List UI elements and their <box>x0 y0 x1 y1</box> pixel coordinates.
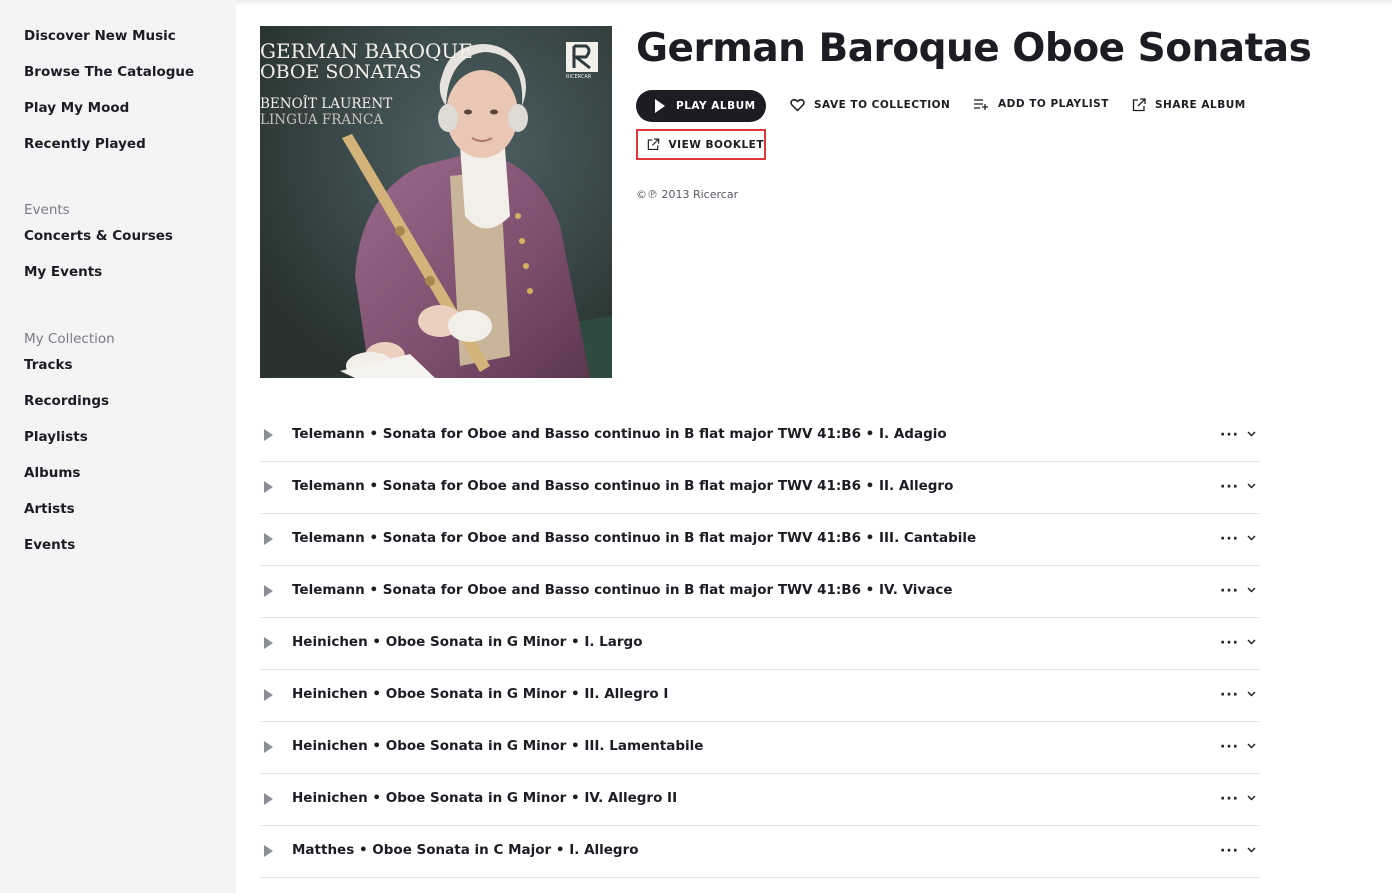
cover-title-line1: GERMAN BAROQUE <box>260 39 473 63</box>
nav-recordings[interactable]: Recordings <box>24 393 109 409</box>
track-play-icon[interactable] <box>264 585 273 597</box>
track-play-icon[interactable] <box>264 429 273 441</box>
track-play-icon[interactable] <box>264 533 273 545</box>
save-to-collection-button[interactable]: SAVE TO COLLECTION <box>790 98 950 112</box>
track-row: Telemann • Sonata for Oboe and Basso con… <box>260 462 1260 514</box>
nav-browse-catalogue[interactable]: Browse The Catalogue <box>24 64 194 80</box>
track-row: Matthes • Oboe Sonata in C Major • I. Al… <box>260 826 1260 878</box>
track-title[interactable]: Heinichen • Oboe Sonata in G Minor • I. … <box>292 634 643 650</box>
track-play-icon[interactable] <box>264 689 273 701</box>
track-row: Telemann • Sonata for Oboe and Basso con… <box>260 514 1260 566</box>
track-row: Heinichen • Oboe Sonata in G Minor • II.… <box>260 670 1260 722</box>
view-booklet-button[interactable]: VIEW BOOKLET <box>636 129 766 160</box>
track-title[interactable]: Heinichen • Oboe Sonata in G Minor • II.… <box>292 686 668 702</box>
track-row: Heinichen • Oboe Sonata in G Minor • IV.… <box>260 774 1260 826</box>
track-play-icon[interactable] <box>264 741 273 753</box>
chevron-down-icon[interactable] <box>1247 847 1256 853</box>
share-album-label: SHARE ALBUM <box>1155 99 1246 111</box>
nav-events[interactable]: Events <box>24 537 75 553</box>
nav-play-my-mood[interactable]: Play My Mood <box>24 100 129 116</box>
track-title[interactable]: Telemann • Sonata for Oboe and Basso con… <box>292 478 953 494</box>
cover-title-line2: OBOE SONATAS <box>260 61 422 83</box>
more-options-icon[interactable]: ··· <box>1220 843 1239 859</box>
more-options-icon[interactable]: ··· <box>1220 531 1239 547</box>
nav-artists[interactable]: Artists <box>24 501 75 517</box>
top-shadow <box>236 0 1392 6</box>
track-row: Telemann • Sonata for Oboe and Basso con… <box>260 410 1260 462</box>
nav-my-events[interactable]: My Events <box>24 264 102 280</box>
more-options-icon[interactable]: ··· <box>1220 583 1239 599</box>
album-cover: GERMAN BAROQUE OBOE SONATAS BENOÎT LAURE… <box>260 26 612 378</box>
more-options-icon[interactable]: ··· <box>1220 791 1239 807</box>
track-row: Heinichen • Oboe Sonata in G Minor • I. … <box>260 618 1260 670</box>
view-booklet-label: VIEW BOOKLET <box>668 138 764 151</box>
chevron-down-icon[interactable] <box>1247 639 1256 645</box>
track-title[interactable]: Telemann • Sonata for Oboe and Basso con… <box>292 530 976 546</box>
play-album-button[interactable]: PLAY ALBUM <box>636 90 766 122</box>
track-title[interactable]: Matthes • Oboe Sonata in C Major • I. Al… <box>292 842 639 858</box>
nav-tracks[interactable]: Tracks <box>24 357 73 373</box>
more-options-icon[interactable]: ··· <box>1220 427 1239 443</box>
add-to-playlist-icon <box>974 99 988 110</box>
track-row: Telemann • Sonata for Oboe and Basso con… <box>260 566 1260 618</box>
nav-albums[interactable]: Albums <box>24 465 80 481</box>
chevron-down-icon[interactable] <box>1247 743 1256 749</box>
chevron-down-icon[interactable] <box>1247 483 1256 489</box>
chevron-down-icon[interactable] <box>1247 587 1256 593</box>
cover-label-logo: RICERCAR <box>566 74 592 80</box>
album-title: German Baroque Oboe Sonatas <box>636 26 1312 71</box>
track-title[interactable]: Heinichen • Oboe Sonata in G Minor • III… <box>292 738 703 754</box>
add-to-playlist-label: ADD TO PLAYLIST <box>998 98 1109 110</box>
nav-discover-new-music[interactable]: Discover New Music <box>24 28 176 44</box>
sidebar: Discover New Music Browse The Catalogue … <box>0 0 236 893</box>
more-options-icon[interactable]: ··· <box>1220 739 1239 755</box>
track-play-icon[interactable] <box>264 481 273 493</box>
chevron-down-icon[interactable] <box>1247 431 1256 437</box>
track-play-icon[interactable] <box>264 845 273 857</box>
chevron-down-icon[interactable] <box>1247 795 1256 801</box>
nav-playlists[interactable]: Playlists <box>24 429 88 445</box>
save-to-collection-label: SAVE TO COLLECTION <box>814 99 951 111</box>
play-icon <box>655 99 665 113</box>
add-to-playlist-button[interactable]: ADD TO PLAYLIST <box>974 98 1109 110</box>
share-album-button[interactable]: SHARE ALBUM <box>1132 98 1246 112</box>
play-album-label: PLAY ALBUM <box>676 100 756 112</box>
chevron-down-icon[interactable] <box>1247 535 1256 541</box>
heart-icon <box>790 98 805 112</box>
track-play-icon[interactable] <box>264 793 273 805</box>
track-title[interactable]: Telemann • Sonata for Oboe and Basso con… <box>292 426 947 442</box>
collection-heading: My Collection <box>24 331 115 347</box>
cover-artist-line2: LINGUA FRANCA <box>260 112 384 128</box>
nav-concerts-courses[interactable]: Concerts & Courses <box>24 228 173 244</box>
track-title[interactable]: Telemann • Sonata for Oboe and Basso con… <box>292 582 952 598</box>
nav-recently-played[interactable]: Recently Played <box>24 136 146 152</box>
more-options-icon[interactable]: ··· <box>1220 687 1239 703</box>
track-row: Heinichen • Oboe Sonata in G Minor • III… <box>260 722 1260 774</box>
cover-artist-line1: BENOÎT LAURENT <box>260 96 393 112</box>
more-options-icon[interactable]: ··· <box>1220 479 1239 495</box>
share-external-icon <box>1132 98 1146 112</box>
track-play-icon[interactable] <box>264 637 273 649</box>
external-link-icon <box>647 138 660 151</box>
track-title[interactable]: Heinichen • Oboe Sonata in G Minor • IV.… <box>292 790 677 806</box>
chevron-down-icon[interactable] <box>1247 691 1256 697</box>
events-heading: Events <box>24 202 70 218</box>
more-options-icon[interactable]: ··· <box>1220 635 1239 651</box>
copyright-notice: ©℗ 2013 Ricercar <box>636 188 739 201</box>
